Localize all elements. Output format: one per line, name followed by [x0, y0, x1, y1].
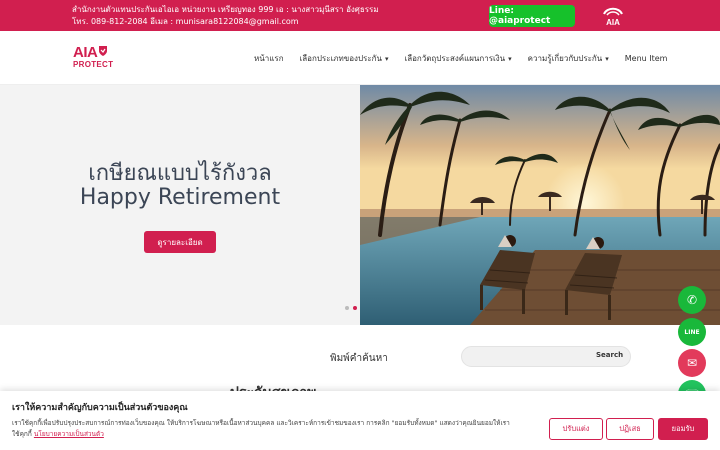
main-navigation: AIA PROTECT หน้าแรก เลือกประเภทของประกัน…: [0, 31, 720, 85]
contact-text: โทร. 089-812-2084 อีเมล : munisara812208…: [72, 17, 299, 26]
nav-item-home[interactable]: หน้าแรก: [254, 52, 284, 65]
phone-call-button[interactable]: ✆: [678, 286, 706, 314]
logo-text-sub: PROTECT: [73, 60, 114, 69]
nav-item-label: เลือกประเภทของประกัน: [299, 54, 382, 63]
chevron-down-icon: ▾: [508, 54, 512, 63]
hero-image: [360, 85, 720, 325]
chevron-down-icon: ▾: [605, 54, 609, 63]
search-button[interactable]: Search: [596, 351, 623, 359]
nav-item-insurance-types[interactable]: เลือกประเภทของประกัน ▾: [300, 52, 389, 65]
email-icon: ✉: [686, 356, 698, 370]
accept-button[interactable]: ยอมรับ: [658, 418, 708, 440]
hero-title-english: Happy Retirement: [79, 185, 281, 210]
agency-text: สำนักงานตัวแทนประกันเอไอเอ หน่วยงาน เหรี…: [72, 5, 379, 14]
email-button[interactable]: ✉: [678, 349, 706, 377]
cookie-consent-banner: เราให้ความสำคัญกับความเป็นส่วนตัวของคุณ …: [0, 391, 720, 450]
nav-item-menu-item[interactable]: Menu Item: [625, 52, 668, 65]
reject-button[interactable]: ปฏิเสธ: [606, 418, 654, 440]
cookie-description: เราใช้คุกกี้เพื่อปรับปรุงประสบการณ์การท่…: [12, 418, 512, 440]
privacy-policy-link[interactable]: นโยบายความเป็นส่วนตัว: [34, 430, 104, 438]
chevron-down-icon: ▾: [384, 54, 389, 63]
aia-badge-icon: AIA: [603, 7, 623, 27]
nav-item-label: หน้าแรก: [254, 54, 284, 63]
svg-text:AIA: AIA: [606, 18, 620, 27]
nav-item-label: Menu Item: [624, 54, 668, 63]
shield-icon: [98, 45, 108, 60]
nav-item-label: เลือกวัตถุประสงค์แผนการเงิน: [404, 54, 506, 63]
line-button[interactable]: Line: @aiaprotect: [489, 5, 575, 27]
logo-text-main: AIA: [73, 45, 119, 60]
contact-info: สำนักงานตัวแทนประกันเอไอเอ หน่วยงาน เหรี…: [72, 4, 379, 28]
line-chat-button[interactable]: LINE: [678, 318, 706, 346]
hero-details-button[interactable]: ดูรายละเอียด: [144, 231, 216, 253]
slider-dots: [345, 306, 357, 310]
slider-dot-active[interactable]: [353, 306, 357, 310]
nav-menu: หน้าแรก เลือกประเภทของประกัน ▾ เลือกวัตถ…: [254, 52, 683, 65]
line-icon: LINE: [684, 328, 700, 336]
nav-item-insurance-knowledge[interactable]: ความรู้เกี่ยวกับประกัน ▾: [528, 52, 609, 65]
hero-text-panel: เกษียณแบบไร้กังวล Happy Retirement ดูราย…: [0, 85, 360, 325]
cookie-title: เราให้ความสำคัญกับความเป็นส่วนตัวของคุณ: [12, 403, 188, 413]
customize-button[interactable]: ปรับแต่ง: [549, 418, 603, 440]
top-info-bar: สำนักงานตัวแทนประกันเอไอเอ หน่วยงาน เหรี…: [0, 0, 720, 31]
site-logo[interactable]: AIA PROTECT: [73, 45, 119, 71]
slider-dot[interactable]: [345, 306, 349, 310]
nav-item-financial-goals[interactable]: เลือกวัตถุประสงค์แผนการเงิน ▾: [404, 52, 511, 65]
beach-retirement-illustration: [360, 85, 720, 325]
search-label: พิมพ์คำค้นหา: [330, 353, 388, 364]
nav-item-label: ความรู้เกี่ยวกับประกัน: [527, 54, 603, 63]
phone-icon: ✆: [686, 293, 698, 307]
